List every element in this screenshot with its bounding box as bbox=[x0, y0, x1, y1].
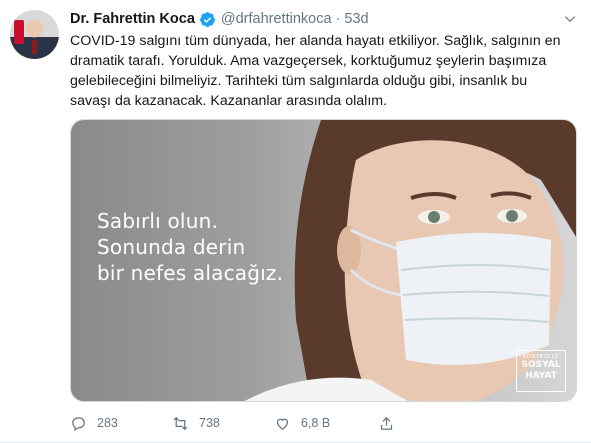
retweet-count: 738 bbox=[199, 416, 220, 430]
verified-badge-icon bbox=[199, 11, 215, 27]
reply-button[interactable]: 283 bbox=[70, 415, 172, 432]
badge-line: HAYAT bbox=[525, 371, 557, 381]
tweet-text-line: dramatik tarafı. Yorulduk. Ama vazgeçers… bbox=[70, 53, 547, 69]
tweet-timestamp[interactable]: 53d bbox=[344, 11, 368, 27]
share-button[interactable] bbox=[378, 415, 408, 432]
share-icon bbox=[380, 416, 393, 430]
author-handle[interactable]: @drfahrettinkoca bbox=[221, 11, 332, 27]
tie-decoration bbox=[32, 40, 37, 54]
tweet-card[interactable]: Dr. Fahrettin Koca @drfahrettinkoca · 53… bbox=[0, 0, 591, 443]
tweet-header: Dr. Fahrettin Koca @drfahrettinkoca · 53… bbox=[70, 9, 369, 29]
heart-icon bbox=[276, 418, 289, 430]
retweet-button[interactable]: 738 bbox=[172, 415, 274, 432]
reply-icon bbox=[72, 416, 85, 431]
tweet-media-image[interactable]: Sabırlı olun. Sonunda derin bir nefes al… bbox=[70, 119, 577, 402]
campaign-badge: KONTROLLÜ SOSYAL HAYAT bbox=[516, 350, 566, 392]
overlay-line: bir nefes alacağız. bbox=[97, 261, 284, 285]
tweet-actions: 283 738 6,8 B bbox=[70, 410, 480, 436]
retweet-icon bbox=[173, 416, 188, 430]
badge-line: SOSYAL bbox=[521, 360, 561, 370]
author-name[interactable]: Dr. Fahrettin Koca bbox=[70, 11, 195, 27]
tweet-text-line: savaşı da kazanacak. Kazananlar arasında… bbox=[70, 93, 388, 109]
overlay-line: Sonunda derin bbox=[97, 235, 246, 259]
media-overlay-text: Sabırlı olun. Sonunda derin bir nefes al… bbox=[97, 208, 283, 286]
separator-dot: · bbox=[335, 11, 341, 27]
tweet-text: COVID-19 salgını tüm dünyada, her alanda… bbox=[70, 31, 580, 111]
like-count: 6,8 B bbox=[301, 416, 331, 430]
author-avatar[interactable] bbox=[10, 10, 59, 59]
overlay-line: Sabırlı olun. bbox=[97, 209, 218, 233]
tweet-text-line: COVID-19 salgını tüm dünyada, her alanda… bbox=[70, 33, 561, 49]
reply-count: 283 bbox=[97, 416, 118, 430]
chevron-down-icon[interactable] bbox=[563, 12, 577, 26]
like-button[interactable]: 6,8 B bbox=[274, 415, 378, 432]
tweet-text-line: gelebileceğini bilmeliyiz. Tarihteki tüm… bbox=[70, 73, 528, 89]
flag-decoration bbox=[14, 20, 24, 44]
